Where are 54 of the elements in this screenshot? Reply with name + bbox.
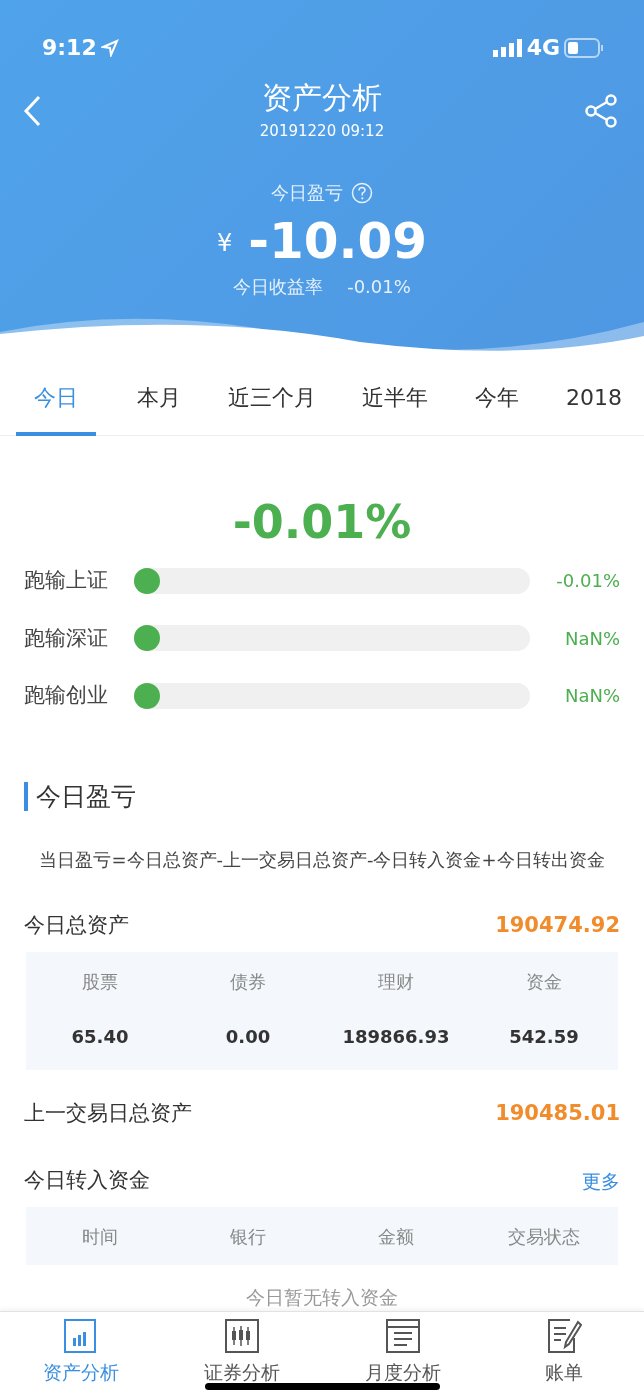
battery-icon: [564, 37, 604, 58]
rate-label: 今日收益率: [233, 275, 324, 299]
column-header: 金额: [378, 1225, 414, 1247]
signal-icon: [492, 38, 523, 57]
table-cell: 542.59: [509, 1025, 579, 1047]
column-header: 债券: [230, 970, 266, 992]
candlestick-icon: [223, 1318, 260, 1354]
table-cell: 0.00: [225, 1025, 271, 1047]
bottom-tab[interactable]: 证券分析: [161, 1312, 322, 1398]
comparison-value: NaN%: [563, 626, 620, 651]
column-header: 资金: [526, 970, 562, 992]
summary-percent: -0.01%: [231, 494, 413, 551]
table-cell: 189866.93: [342, 1025, 450, 1047]
calendar-icon: [384, 1318, 421, 1354]
period-tab[interactable]: 近半年: [356, 362, 435, 436]
section-title: 今日盈亏: [24, 781, 136, 811]
comparison-label: 跑输上证: [24, 567, 109, 594]
pnl-value: -10.09: [248, 214, 428, 269]
column-header: 交易状态: [508, 1225, 580, 1247]
comparison-label: 跑输深证: [24, 624, 109, 652]
asset-value: 190474.92: [495, 912, 620, 940]
period-tab[interactable]: 本月: [130, 362, 187, 436]
rate-value: -0.01%: [347, 275, 411, 299]
column-header: 理财: [378, 970, 414, 992]
table-cell: 65.40: [71, 1025, 129, 1047]
asset-value: 190485.01: [495, 1099, 620, 1127]
asset-label: 今日总资产: [24, 912, 129, 940]
comparison-value: -0.01%: [555, 569, 620, 594]
network-label: 4G: [526, 34, 560, 62]
location-icon: [100, 38, 119, 57]
share-icon[interactable]: [584, 94, 618, 128]
currency-symbol: ¥: [216, 228, 233, 259]
page-title: 资产分析: [262, 79, 382, 117]
status-time: 9:12: [42, 34, 97, 62]
empty-message: 今日暂无转入资金: [246, 1285, 398, 1308]
bar-chart-icon: [62, 1318, 99, 1354]
formula-text: 当日盈亏=今日总资产-上一交易日总资产-今日转入资金+今日转出资金: [38, 847, 606, 872]
period-tab[interactable]: 近三个月: [221, 362, 322, 436]
document-edit-icon: [545, 1318, 582, 1354]
pnl-label: 今日盈亏: [271, 181, 343, 205]
back-icon[interactable]: [22, 95, 42, 127]
column-header: 银行: [230, 1225, 266, 1247]
period-tab[interactable]: 2018: [560, 362, 628, 436]
comparison-label: 跑输创业: [24, 682, 109, 709]
column-header: 时间: [82, 1225, 118, 1247]
column-header: 股票: [82, 970, 118, 992]
page-subtitle: 20191220 09:12: [259, 121, 385, 142]
comparison-value: NaN%: [563, 684, 620, 709]
asset-label: 上一交易日总资产: [24, 1099, 192, 1127]
period-tab[interactable]: 今年: [469, 362, 526, 436]
bottom-tab[interactable]: 账单: [483, 1312, 644, 1398]
transfer-label: 今日转入资金: [24, 1167, 150, 1195]
bottom-tab[interactable]: 月度分析: [322, 1312, 483, 1398]
help-icon[interactable]: [351, 181, 373, 204]
